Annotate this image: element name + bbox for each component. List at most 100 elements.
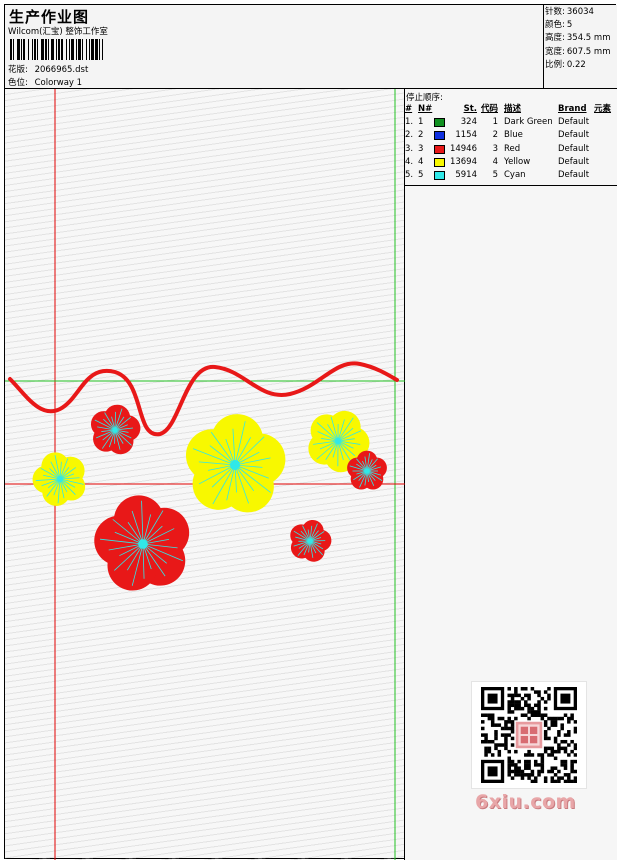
qr-module — [543, 720, 548, 724]
qr-module — [487, 746, 492, 751]
table-row: 5. 5 5914 5 Cyan Default — [405, 169, 590, 180]
flower-center — [364, 468, 370, 474]
qr-module — [560, 746, 564, 751]
qr-module — [494, 723, 498, 727]
qr-module — [550, 716, 555, 721]
color-panel: 停止顺序: # N# St. 代码 描述 Brand 元素 1. 1 324 1 — [405, 89, 617, 860]
flower-motif — [90, 404, 141, 455]
qr-module — [543, 730, 548, 734]
qr-code-icon — [481, 687, 577, 783]
qr-module — [507, 716, 511, 721]
qr-module — [520, 706, 525, 711]
qr-module — [527, 703, 531, 708]
qr-module — [507, 773, 511, 777]
qr-module — [527, 766, 531, 770]
qr-module — [570, 779, 574, 783]
qr-module — [553, 756, 558, 761]
qr-module — [543, 723, 548, 727]
qr-module — [517, 773, 521, 777]
qr-module — [537, 763, 541, 767]
stop-sequence-title: 停止顺序: — [406, 93, 443, 103]
qr-module — [517, 759, 521, 764]
qr-module — [543, 749, 548, 754]
qr-module — [524, 687, 528, 691]
qr-module — [550, 749, 555, 754]
qr-module — [537, 710, 541, 714]
qr-module — [530, 753, 535, 757]
qr-module — [514, 706, 518, 711]
qr-module — [570, 769, 574, 774]
qr-module — [487, 749, 492, 754]
seal-stamp-mark — [529, 735, 538, 744]
qr-module — [490, 713, 495, 717]
qr-module — [557, 769, 561, 774]
seal-stamp-mark — [529, 726, 538, 735]
qr-module — [530, 773, 535, 777]
design-preview — [5, 89, 405, 860]
qr-module — [510, 776, 515, 780]
header-brand: Brand — [558, 104, 587, 114]
qr-module — [533, 779, 538, 783]
qr-module — [481, 726, 485, 731]
qr-module — [567, 779, 571, 783]
qr-module — [500, 743, 505, 747]
qr-module — [540, 759, 545, 764]
qr-module — [557, 776, 561, 780]
qr-module — [560, 716, 564, 721]
qr-module — [560, 739, 564, 744]
qr-module — [573, 776, 577, 780]
qr-module — [543, 736, 548, 741]
qr-module — [573, 743, 577, 747]
qr-module — [527, 753, 531, 757]
qr-module — [527, 749, 531, 754]
stat-scale: 比例: 0.22 — [545, 59, 586, 70]
qr-module — [547, 746, 551, 751]
qr-module — [530, 710, 535, 714]
qr-module — [517, 703, 521, 708]
qr-module — [547, 687, 551, 691]
color-swatch — [434, 144, 445, 154]
qr-module — [507, 693, 511, 698]
qr-module — [510, 763, 515, 767]
qr-module — [507, 766, 511, 770]
qr-module — [540, 713, 545, 717]
qr-module — [514, 766, 518, 770]
qr-module — [553, 749, 558, 754]
design-label: 花版: — [8, 65, 28, 75]
table-row: 1. 1 324 1 Dark Green Default — [405, 117, 590, 128]
flower-motif — [290, 519, 332, 562]
qr-module — [484, 713, 488, 717]
qr-module — [567, 716, 571, 721]
qr-module — [570, 759, 574, 764]
qr-module — [500, 716, 505, 721]
qr-module — [507, 726, 511, 731]
qr-module — [514, 773, 518, 777]
qr-module — [547, 726, 551, 731]
qr-module — [540, 716, 545, 721]
qr-module — [533, 690, 538, 694]
qr-module — [557, 749, 561, 754]
qr-module — [543, 713, 548, 717]
qr-module — [550, 720, 555, 724]
qr-module — [507, 720, 511, 724]
qr-module — [563, 773, 568, 777]
qr-module — [543, 706, 548, 711]
qr-module — [504, 739, 508, 744]
qr-module — [537, 690, 541, 694]
qr-module — [530, 687, 535, 691]
qr-module — [484, 733, 488, 737]
qr-module — [510, 693, 515, 698]
sheet-body: 停止顺序: # N# St. 代码 描述 Brand 元素 1. 1 324 1 — [5, 89, 617, 860]
qr-module — [570, 766, 574, 770]
qr-module — [530, 769, 535, 774]
qr-module — [510, 736, 515, 741]
qr-module — [570, 763, 574, 767]
qr-module — [524, 766, 528, 770]
qr-module — [553, 723, 558, 727]
qr-module — [510, 730, 515, 734]
qr-module — [487, 739, 492, 744]
qr-module — [520, 769, 525, 774]
qr-module — [507, 763, 511, 767]
qr-module — [567, 753, 571, 757]
qr-module — [510, 743, 515, 747]
